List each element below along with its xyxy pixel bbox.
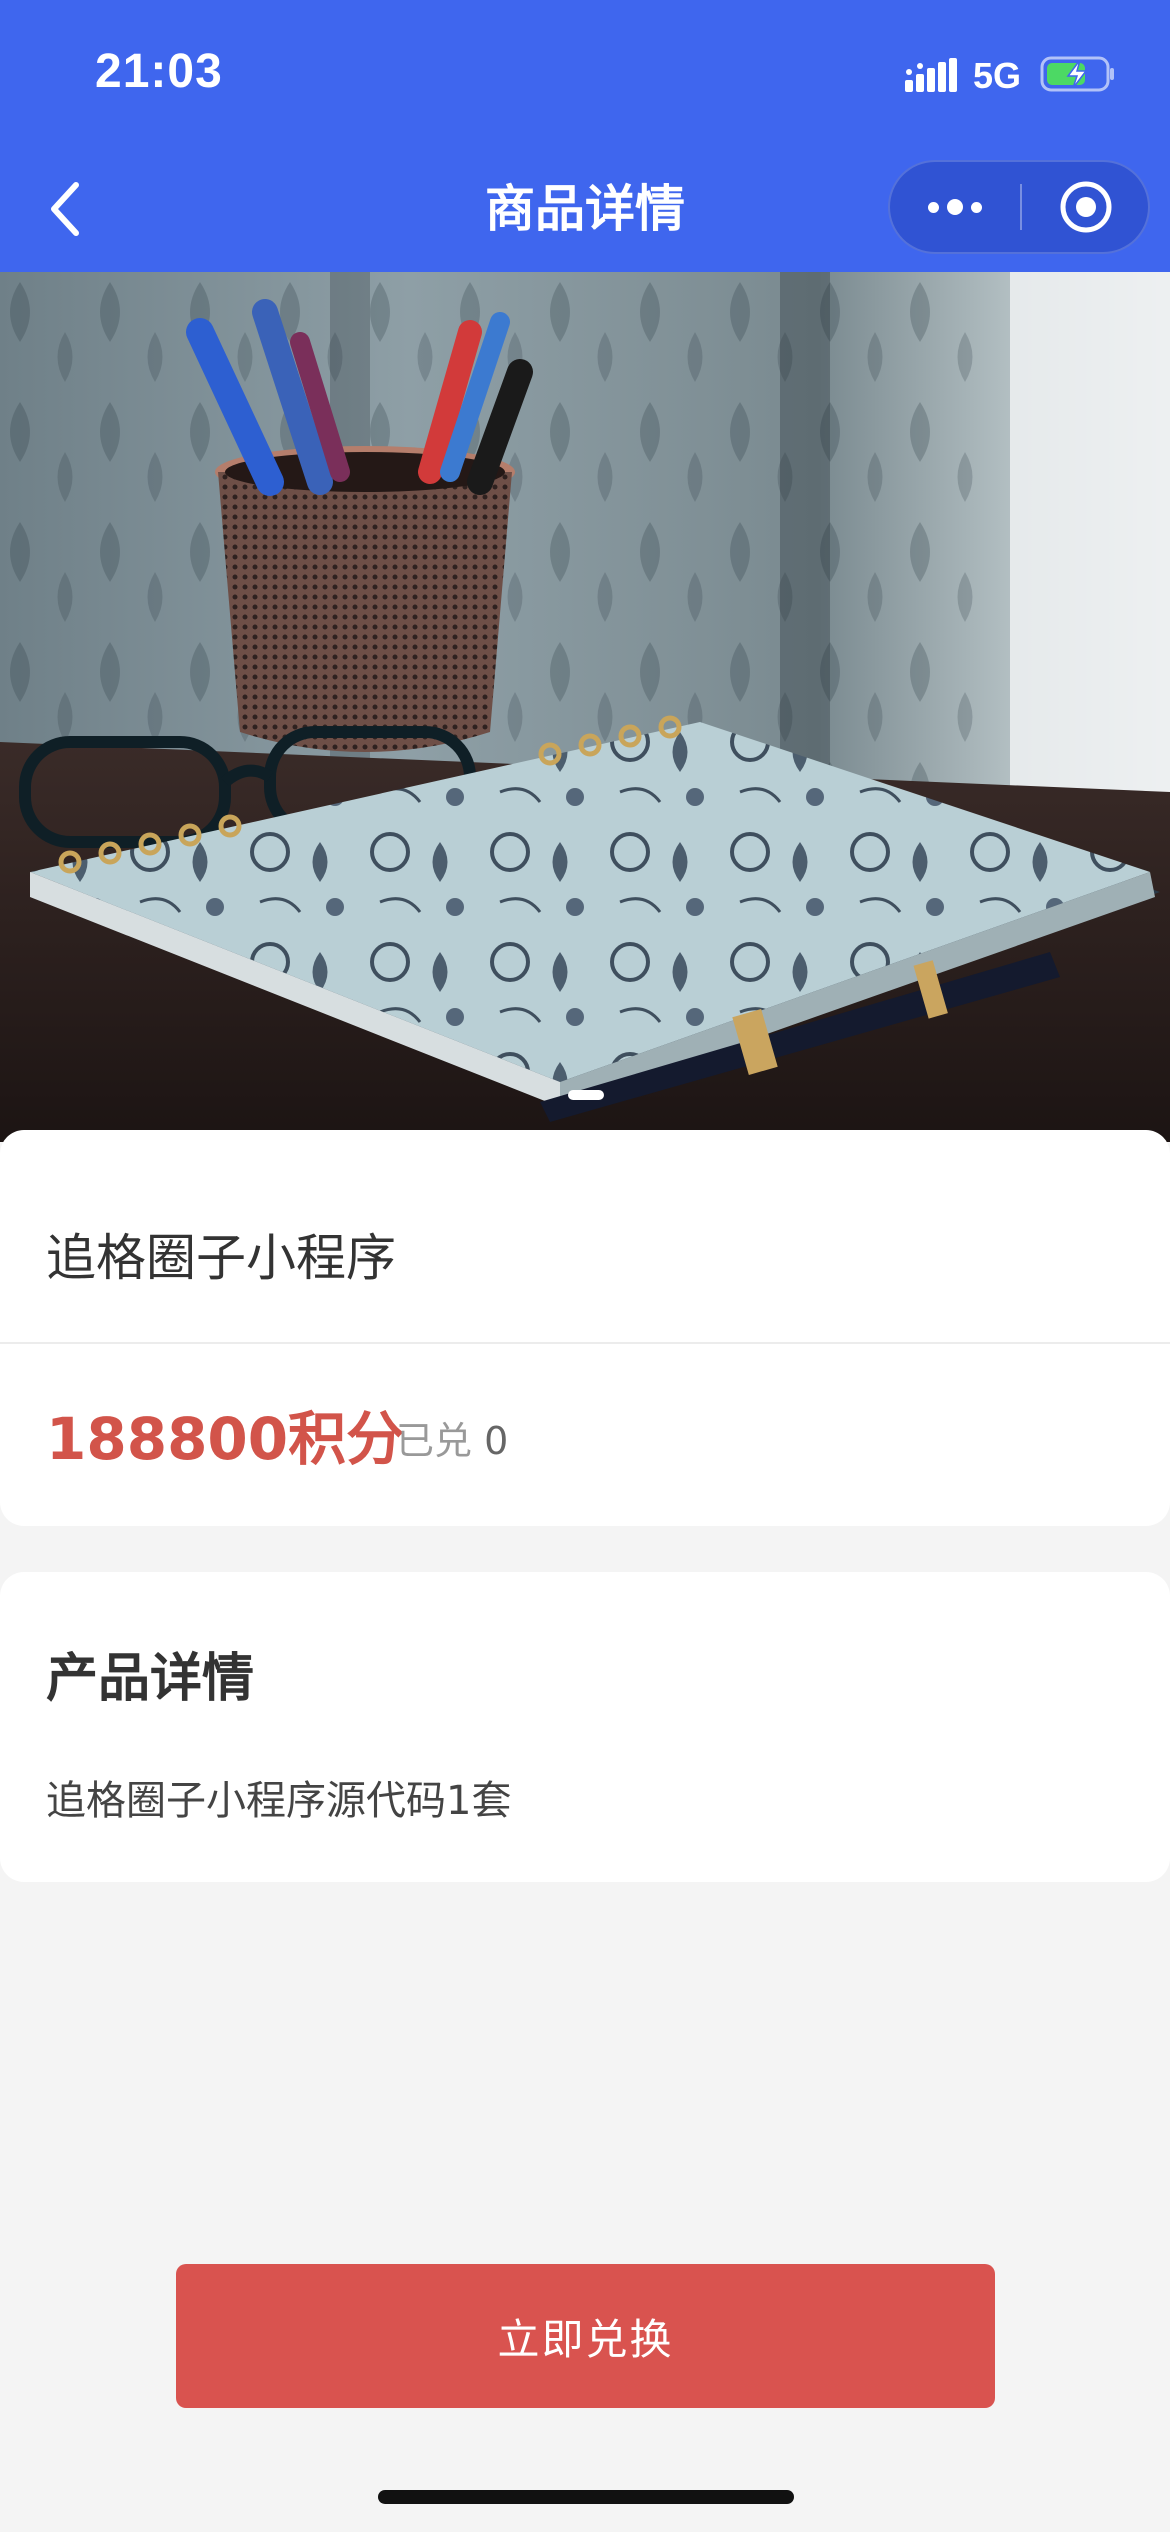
product-info-card: 追格圈子小程序 188800积分 已兑 0	[0, 1130, 1170, 1526]
status-bar: 21:03 5G	[0, 0, 1170, 150]
redeem-button[interactable]: 立即兑换	[176, 2264, 995, 2408]
back-chevron-icon	[51, 182, 79, 236]
network-type: 5G	[973, 55, 1022, 96]
detail-content: 追格圈子小程序源代码1套	[46, 1778, 512, 1824]
mini-program-capsule	[888, 160, 1150, 254]
detail-title: 产品详情	[46, 1649, 255, 1709]
divider	[0, 1342, 1170, 1344]
navigation-bar: 商品详情	[0, 150, 1170, 272]
app-header: 21:03 5G 商品详情	[0, 0, 1170, 272]
product-name: 追格圈子小程序	[46, 1229, 396, 1287]
home-indicator[interactable]	[378, 2490, 794, 2504]
product-price: 188800积分	[46, 1405, 405, 1473]
product-image[interactable]	[0, 272, 1170, 1142]
battery-icon	[1040, 56, 1114, 92]
redeemed-count: 0	[484, 1419, 509, 1463]
status-time: 21:03	[95, 45, 223, 98]
product-detail-card: 产品详情 追格圈子小程序源代码1套	[0, 1572, 1170, 1882]
more-button[interactable]	[890, 162, 1020, 252]
close-target-icon	[1060, 181, 1112, 233]
redeemed-info: 已兑 0	[396, 1410, 508, 1465]
more-dots-icon	[928, 201, 939, 213]
product-photo-notebook-pens	[0, 272, 1170, 1142]
close-button[interactable]	[1022, 162, 1150, 252]
redeemed-label: 已兑	[396, 1419, 473, 1463]
back-button[interactable]	[36, 176, 96, 242]
signal-icon	[905, 58, 957, 92]
